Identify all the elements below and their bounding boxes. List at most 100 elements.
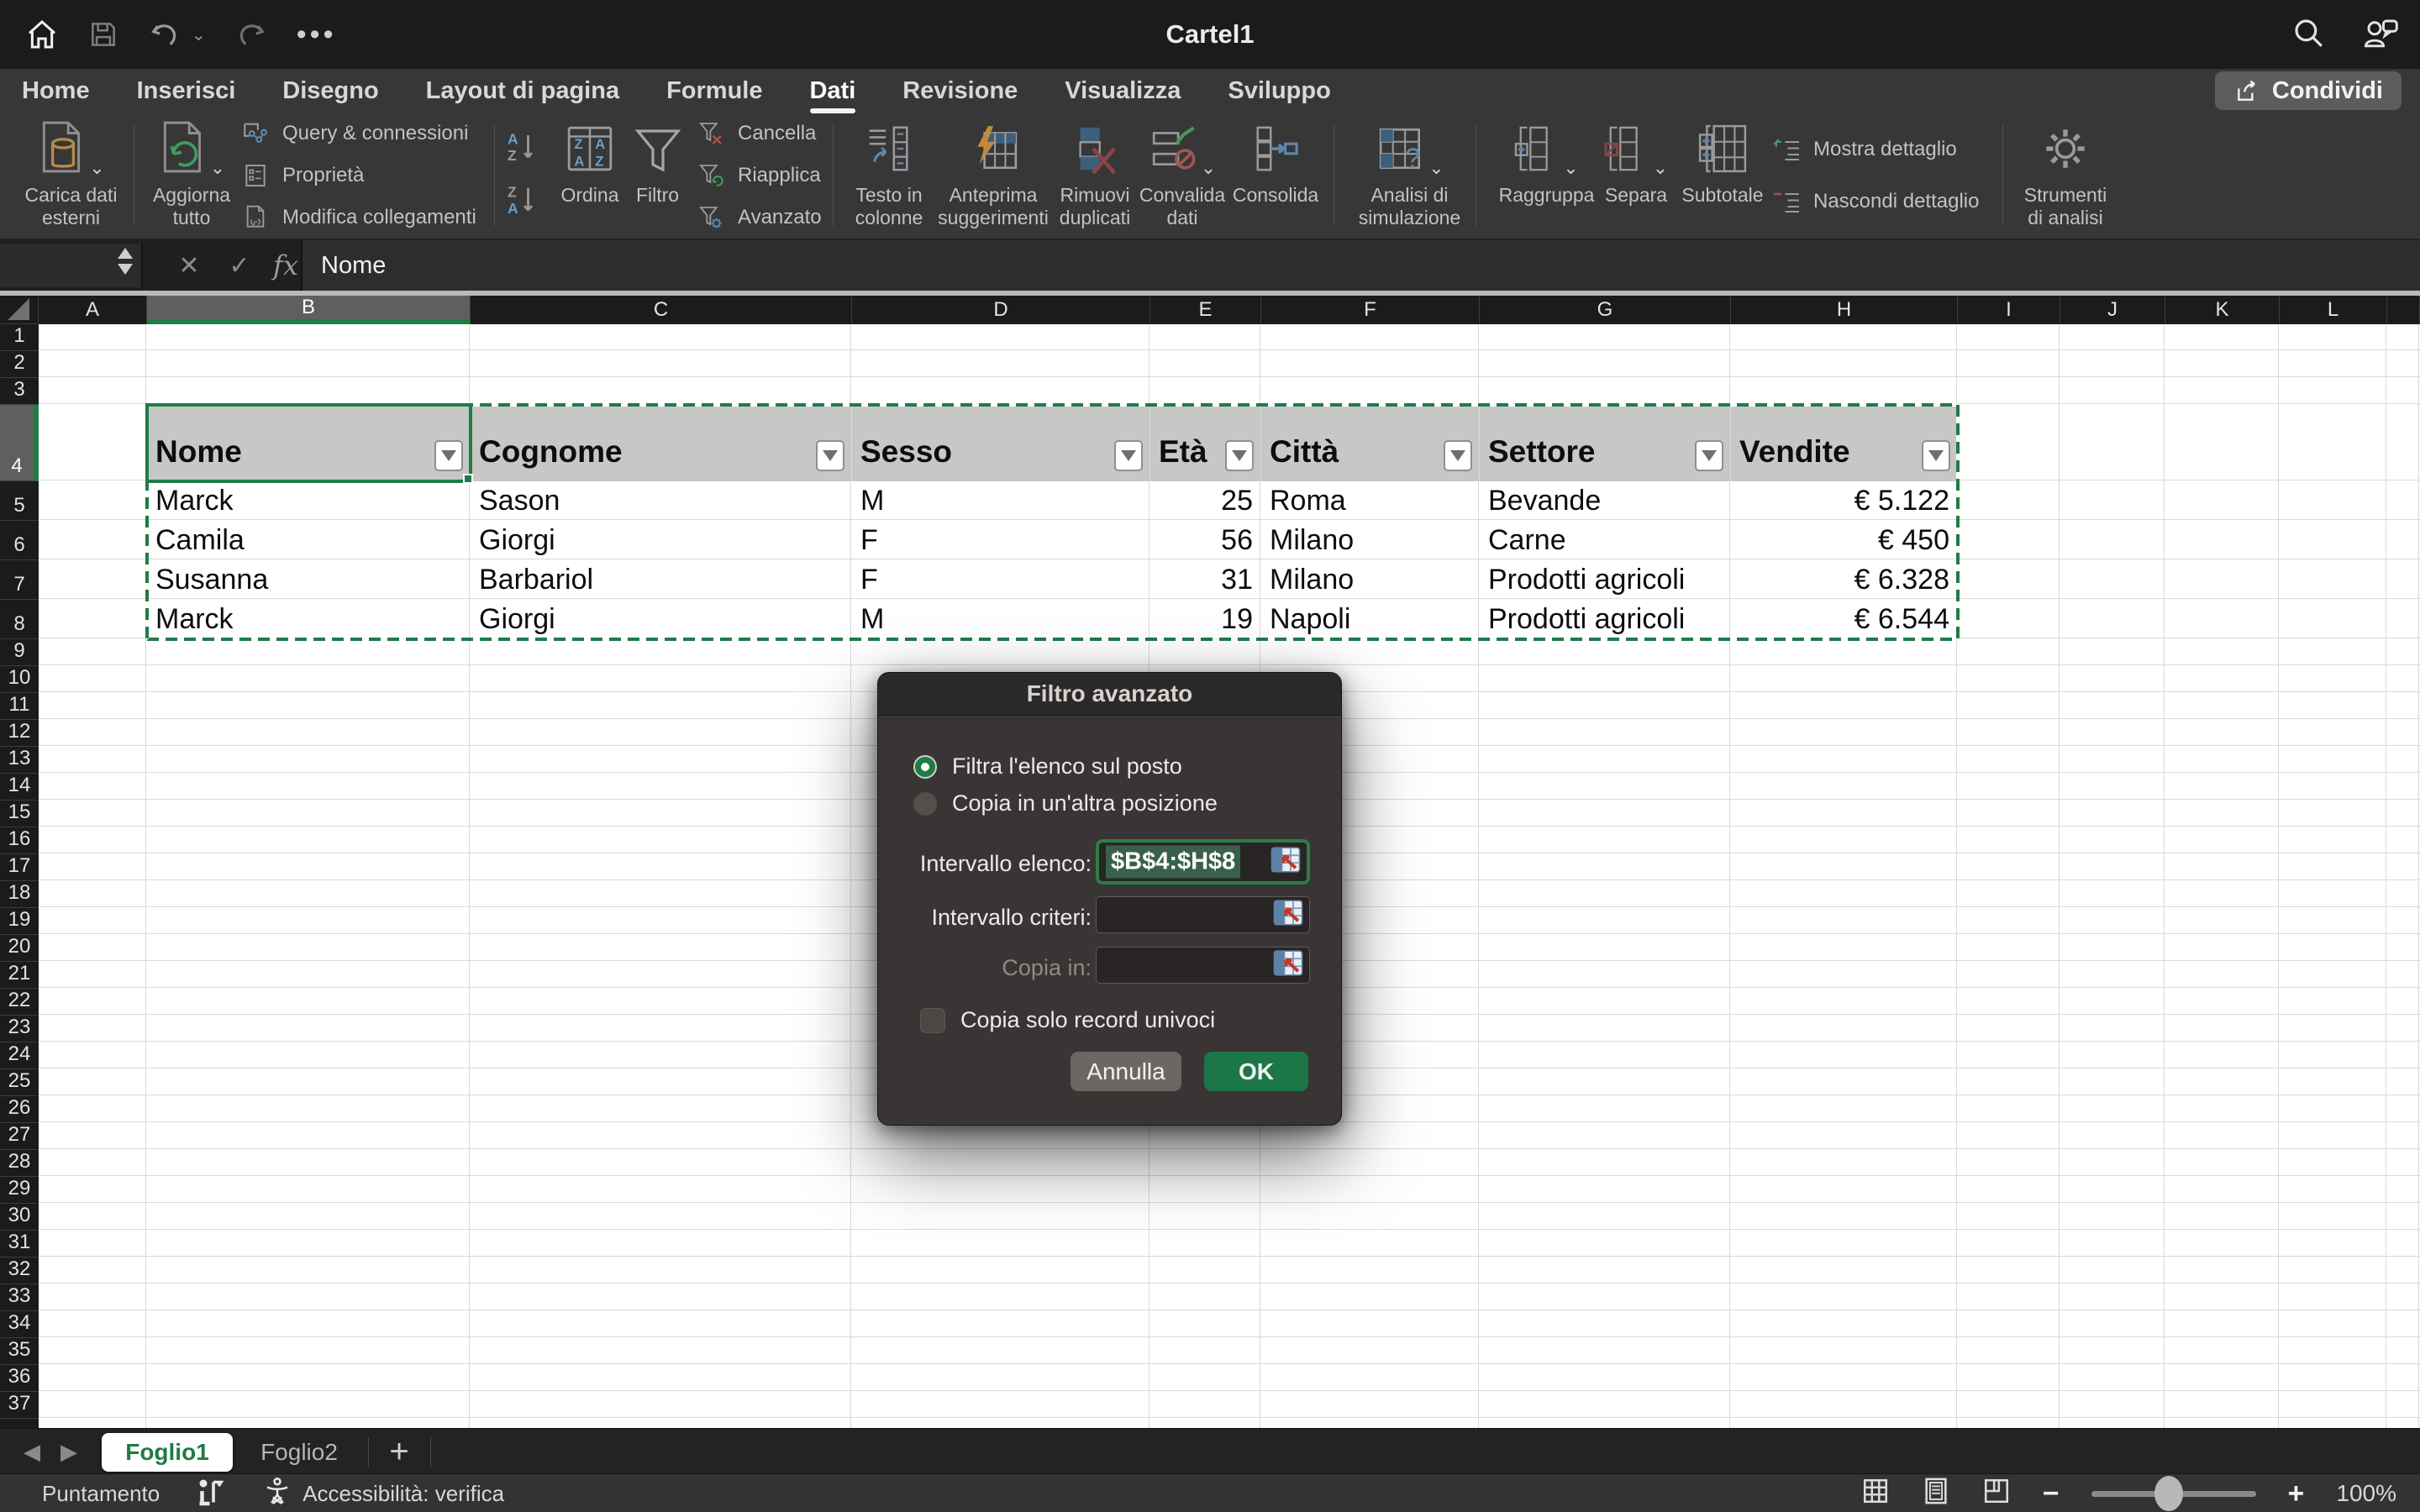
row-header-6[interactable]: 6 xyxy=(0,521,39,560)
ink-status-icon[interactable] xyxy=(197,1478,225,1509)
analysis-tools-button[interactable]: Strumenti di analisi xyxy=(2015,113,2116,229)
table-cell[interactable]: Napoli xyxy=(1261,600,1480,639)
row-header-24[interactable]: 24 xyxy=(0,1042,39,1069)
ok-button[interactable]: OK xyxy=(1204,1052,1308,1091)
ribbon-tab-layout-di-pagina[interactable]: Layout di pagina xyxy=(424,74,621,108)
column-header-J[interactable]: J xyxy=(2060,296,2165,324)
table-cell[interactable]: € 450 xyxy=(1731,521,1958,560)
table-header-sesso[interactable]: Sesso xyxy=(852,405,1150,481)
sort-button[interactable]: ZAAZ Ordina xyxy=(556,113,623,207)
refresh-all-button[interactable]: ⌄ Aggiorna tutto xyxy=(150,113,234,229)
table-cell[interactable]: M xyxy=(852,600,1150,639)
row-header-13[interactable]: 13 xyxy=(0,747,39,774)
table-cell[interactable]: € 5.122 xyxy=(1731,481,1958,521)
cancel-entry-icon[interactable]: ✕ xyxy=(161,240,217,291)
column-header-L[interactable]: L xyxy=(2280,296,2387,324)
table-cell[interactable]: Barbariol xyxy=(471,560,852,600)
column-header-C[interactable]: C xyxy=(471,296,852,324)
ribbon-tab-sviluppo[interactable]: Sviluppo xyxy=(1226,74,1332,108)
table-cell[interactable]: Susanna xyxy=(147,560,471,600)
show-detail-button[interactable]: Mostra dettaglio xyxy=(1771,134,1998,165)
row-header-31[interactable]: 31 xyxy=(0,1231,39,1257)
filter-dropdown-button[interactable] xyxy=(1922,440,1950,471)
row-header-2[interactable]: 2 xyxy=(0,351,39,378)
advanced-filter-button[interactable]: Avanzato xyxy=(696,202,830,233)
row-header-22[interactable]: 22 xyxy=(0,989,39,1016)
ribbon-tab-revisione[interactable]: Revisione xyxy=(901,74,1019,108)
remove-duplicates-button[interactable]: Rimuovi duplicati xyxy=(1057,113,1133,229)
name-box[interactable] xyxy=(0,244,143,287)
people-feedback-icon[interactable] xyxy=(2361,15,2400,55)
column-header-I[interactable]: I xyxy=(1958,296,2060,324)
queries-connections-button[interactable]: Query & connessioni xyxy=(240,118,484,149)
confirm-entry-icon[interactable]: ✓ xyxy=(212,240,267,291)
column-header-E[interactable]: E xyxy=(1150,296,1261,324)
group-button[interactable]: ⌄ Raggruppa xyxy=(1502,113,1591,207)
clear-filter-button[interactable]: Cancella xyxy=(696,118,830,149)
ribbon-tab-visualizza[interactable]: Visualizza xyxy=(1063,74,1182,108)
add-sheet-button[interactable]: + xyxy=(380,1429,418,1474)
table-cell[interactable]: Camila xyxy=(147,521,471,560)
row-header-partial[interactable] xyxy=(0,1419,39,1428)
radio-filter-in-place[interactable]: Filtra l'elenco sul posto xyxy=(913,753,1182,780)
dialog-title[interactable]: Filtro avanzato xyxy=(878,673,1341,716)
table-cell[interactable]: Marck xyxy=(147,481,471,521)
ribbon-tab-dati[interactable]: Dati xyxy=(808,74,857,108)
what-if-analysis-button[interactable]: ? ⌄ Analisi di simulazione xyxy=(1353,113,1466,229)
checkbox-unchecked-icon[interactable] xyxy=(920,1008,945,1033)
sort-za-descending-icon[interactable]: ZA xyxy=(506,182,548,222)
list-range-input[interactable]: $B$4:$H$8 xyxy=(1096,839,1310,885)
column-header-F[interactable]: F xyxy=(1261,296,1480,324)
accessibility-status[interactable]: Accessibilità: verifica xyxy=(262,1476,504,1512)
row-header-17[interactable]: 17 xyxy=(0,854,39,881)
row-header-1[interactable]: 1 xyxy=(0,324,39,351)
sheet-tab-foglio1[interactable]: Foglio1 xyxy=(102,1433,233,1472)
row-header-32[interactable]: 32 xyxy=(0,1257,39,1284)
subtotal-button[interactable]: Subtotale xyxy=(1681,113,1765,207)
table-header-età[interactable]: Età xyxy=(1150,405,1261,481)
row-header-14[interactable]: 14 xyxy=(0,774,39,801)
ribbon-tab-inserisci[interactable]: Inserisci xyxy=(135,74,238,108)
row-header-29[interactable]: 29 xyxy=(0,1177,39,1204)
table-header-settore[interactable]: Settore xyxy=(1480,405,1731,481)
row-header-19[interactable]: 19 xyxy=(0,908,39,935)
ribbon-tab-formule[interactable]: Formule xyxy=(665,74,764,108)
table-cell[interactable]: 19 xyxy=(1150,600,1261,639)
zoom-slider[interactable] xyxy=(2091,1491,2256,1497)
row-header-23[interactable]: 23 xyxy=(0,1016,39,1042)
row-header-3[interactable]: 3 xyxy=(0,378,39,405)
row-header-36[interactable]: 36 xyxy=(0,1365,39,1392)
column-header-K[interactable]: K xyxy=(2165,296,2280,324)
filter-dropdown-button[interactable] xyxy=(1114,440,1143,471)
search-icon[interactable] xyxy=(2291,15,2326,55)
filter-dropdown-button[interactable] xyxy=(1695,440,1723,471)
table-header-cognome[interactable]: Cognome xyxy=(471,405,852,481)
zoom-level[interactable]: 100% xyxy=(2336,1480,2396,1507)
table-cell[interactable]: 25 xyxy=(1150,481,1261,521)
table-cell[interactable]: F xyxy=(852,521,1150,560)
share-button[interactable]: Condividi xyxy=(2215,71,2402,110)
row-header-10[interactable]: 10 xyxy=(0,666,39,693)
fill-handle[interactable] xyxy=(463,474,473,484)
table-cell[interactable]: Prodotti agricoli xyxy=(1480,560,1731,600)
sheet-tab-foglio2[interactable]: Foglio2 xyxy=(252,1433,346,1472)
zoom-in-button[interactable]: + xyxy=(2288,1478,2305,1510)
hide-detail-button[interactable]: Nascondi dettaglio xyxy=(1771,186,1998,217)
page-layout-view-icon[interactable] xyxy=(1922,1477,1950,1511)
row-header-25[interactable]: 25 xyxy=(0,1069,39,1096)
table-cell[interactable]: Milano xyxy=(1261,560,1480,600)
name-box-spinner[interactable] xyxy=(118,248,133,275)
table-cell[interactable]: € 6.544 xyxy=(1731,600,1958,639)
row-header-34[interactable]: 34 xyxy=(0,1311,39,1338)
unique-records-checkbox-row[interactable]: Copia solo record univoci xyxy=(920,1007,1215,1033)
table-cell[interactable]: € 6.328 xyxy=(1731,560,1958,600)
row-header-8[interactable]: 8 xyxy=(0,600,39,639)
table-cell[interactable]: Milano xyxy=(1261,521,1480,560)
edit-links-button[interactable]: Modifica collegamenti xyxy=(240,202,484,233)
range-picker-icon[interactable] xyxy=(1270,847,1301,878)
row-header-35[interactable]: 35 xyxy=(0,1338,39,1365)
row-header-30[interactable]: 30 xyxy=(0,1204,39,1231)
filter-dropdown-button[interactable] xyxy=(816,440,844,471)
row-header-7[interactable]: 7 xyxy=(0,560,39,600)
select-all-corner[interactable] xyxy=(0,296,39,324)
